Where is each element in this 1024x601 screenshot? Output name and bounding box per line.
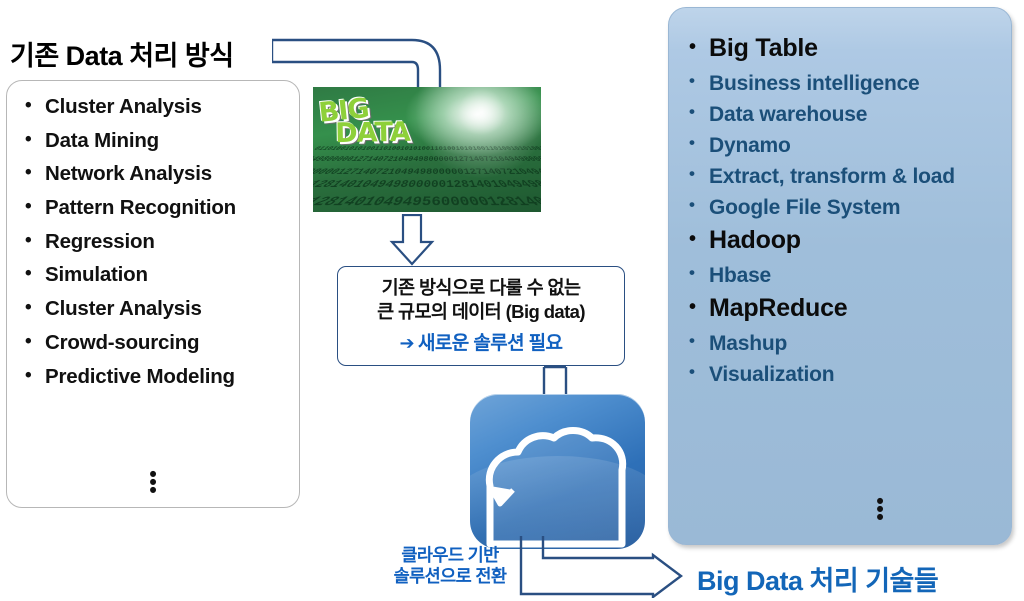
dot-3: • [149, 479, 157, 502]
right-arrow-icon: ➔ [399, 333, 415, 353]
problem-conclusion: ➔ 새로운 솔루션 필요 [338, 331, 624, 356]
box-to-cloud-connector [542, 366, 568, 396]
list-item: Mashup [681, 332, 1005, 354]
technologies-list: Big Table Business intelligence Data wareh… [681, 36, 1005, 395]
cloud-to-technologies-arrow [519, 536, 683, 598]
list-item: Business intelligence [681, 72, 1005, 94]
list-item: Simulation [15, 264, 295, 286]
problem-conclusion-text: 새로운 솔루션 필요 [418, 333, 563, 354]
list-item: Crowd-sourcing [15, 332, 295, 354]
list-item: Network Analysis [15, 163, 295, 185]
problem-statement-box: 기존 방식으로 다룰 수 없는 큰 규모의 데이터 (Big data) ➔ 새로… [337, 266, 625, 366]
dot-3: • [876, 506, 884, 529]
traditional-methods-box: Cluster Analysis Data Mining Network Analy… [6, 80, 300, 508]
problem-line-2: 큰 규모의 데이터 (Big data) [377, 301, 585, 322]
cloud-glyph [485, 427, 627, 548]
list-item: Dynamo [681, 134, 1005, 156]
slide-canvas: 기존 Data 처리 방식 01101001010100110100101010… [0, 0, 1024, 601]
big-data-technologies-panel: Big Table Business intelligence Data wareh… [668, 7, 1012, 545]
big-data-word-line2: DATA [335, 116, 410, 150]
cloud-caption-line-1: 클라우드 기반 [401, 545, 499, 565]
list-item: Hadoop [681, 228, 1005, 253]
list-item: MapReduce [681, 296, 1005, 321]
list-item: Data Mining [15, 130, 295, 152]
list-item: Predictive Modeling [15, 366, 295, 388]
big-data-photo: 0110100101010011010010101001101001010100… [313, 87, 541, 212]
list-item: Hbase [681, 264, 1005, 286]
traditional-methods-list: Cluster Analysis Data Mining Network Analy… [15, 96, 295, 400]
list-item: Big Table [681, 36, 1005, 61]
list-item: Regression [15, 231, 295, 253]
left-section-title: 기존 Data 처리 방식 [10, 41, 234, 71]
cloud-caption: 클라우드 기반 솔루션으로 전환 [360, 545, 540, 587]
list-item: Extract, transform & load [681, 165, 1005, 187]
right-section-title: Big Data 처리 기술들 [697, 566, 939, 596]
traditional-methods-continuation: • • • [7, 464, 299, 502]
down-arrow-icon [389, 214, 435, 266]
problem-line-1: 기존 방식으로 다룰 수 없는 [381, 277, 581, 298]
cloud-icon [470, 394, 645, 549]
list-item: Pattern Recognition [15, 197, 295, 219]
list-item: Data warehouse [681, 103, 1005, 125]
list-item: Visualization [681, 363, 1005, 385]
big-data-wordmark: BIG DATA [317, 89, 437, 172]
list-item: Cluster Analysis [15, 298, 295, 320]
technologies-continuation: • • • [749, 491, 1011, 529]
list-item: Cluster Analysis [15, 96, 295, 118]
cloud-caption-line-2: 솔루션으로 전환 [393, 566, 507, 586]
list-item: Google File System [681, 196, 1005, 218]
